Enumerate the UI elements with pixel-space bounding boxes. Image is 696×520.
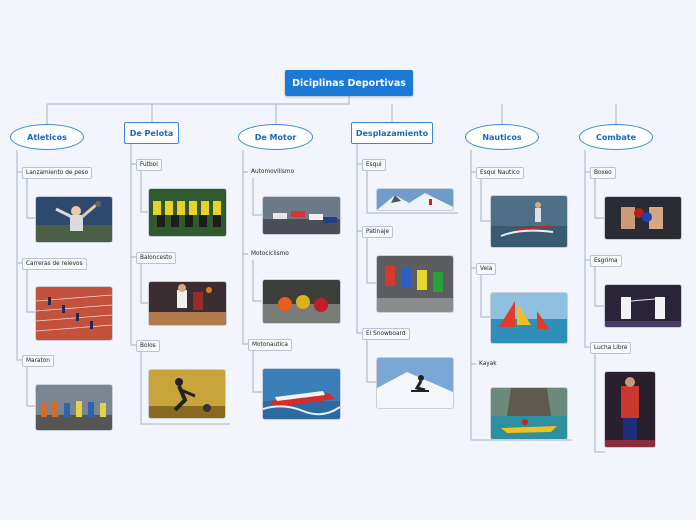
topic-kayak[interactable]: Kayak <box>476 359 500 369</box>
category-desplazamiento[interactable]: Desplazamiento <box>351 122 433 144</box>
motorcycle-racing-image <box>263 280 340 323</box>
root-node[interactable]: Diciplinas Deportivas <box>285 70 413 96</box>
topic-el-snowboard[interactable]: El Snowboard <box>362 328 410 340</box>
skiing-image <box>377 189 453 210</box>
topic-bolos[interactable]: Bolos <box>136 340 160 352</box>
topic-boxeo[interactable]: Boxeo <box>590 167 616 179</box>
topic-carreras-de-relevos[interactable]: Carreras de relevos <box>22 258 87 270</box>
shot-put-image <box>36 197 112 242</box>
marathon-image <box>36 385 112 430</box>
kayak-image <box>491 388 567 439</box>
football-team-image <box>149 189 226 236</box>
water-skiing-image <box>491 196 567 247</box>
bowling-image <box>149 370 225 418</box>
snowboard-image <box>377 358 453 408</box>
relay-race-image <box>36 287 112 340</box>
skating-image <box>377 256 453 312</box>
category-de-pelota[interactable]: De Pelota <box>124 122 179 144</box>
fencing-image <box>605 285 681 327</box>
topic-motonautica[interactable]: Motonautica <box>248 339 292 351</box>
topic-motociclismo[interactable]: Motociclismo <box>248 249 292 259</box>
topic-esqui[interactable]: Esqui <box>362 159 386 171</box>
topic-esgrima[interactable]: Esgrima <box>590 255 622 267</box>
wrestling-image <box>605 372 655 447</box>
topic-patinaje[interactable]: Patinaje <box>362 226 394 238</box>
powerboat-image <box>263 369 340 419</box>
basketball-image <box>149 282 226 325</box>
topic-lanzamiento-de-peso[interactable]: Lanzamiento de peso <box>22 167 93 179</box>
car-racing-image <box>263 197 340 234</box>
category-nauticos[interactable]: Nauticos <box>465 124 539 150</box>
topic-lucha-libre[interactable]: Lucha Libre <box>590 342 632 354</box>
topic-baloncesto[interactable]: Baloncesto <box>136 252 176 264</box>
category-atleticos[interactable]: Atleticos <box>10 124 84 150</box>
category-de-motor[interactable]: De Motor <box>238 124 313 150</box>
topic-maraton[interactable]: Maraton <box>22 355 54 367</box>
topic-futbol[interactable]: Futbol <box>136 159 162 171</box>
boxing-image <box>605 197 681 239</box>
topic-automovilismo[interactable]: Automovilismo <box>248 167 297 177</box>
topic-esqui-nautico[interactable]: Esqui Nautico <box>476 167 524 179</box>
sailing-image <box>491 293 567 343</box>
topic-vela[interactable]: Vela <box>476 263 497 275</box>
category-combate[interactable]: Combate <box>579 124 653 150</box>
